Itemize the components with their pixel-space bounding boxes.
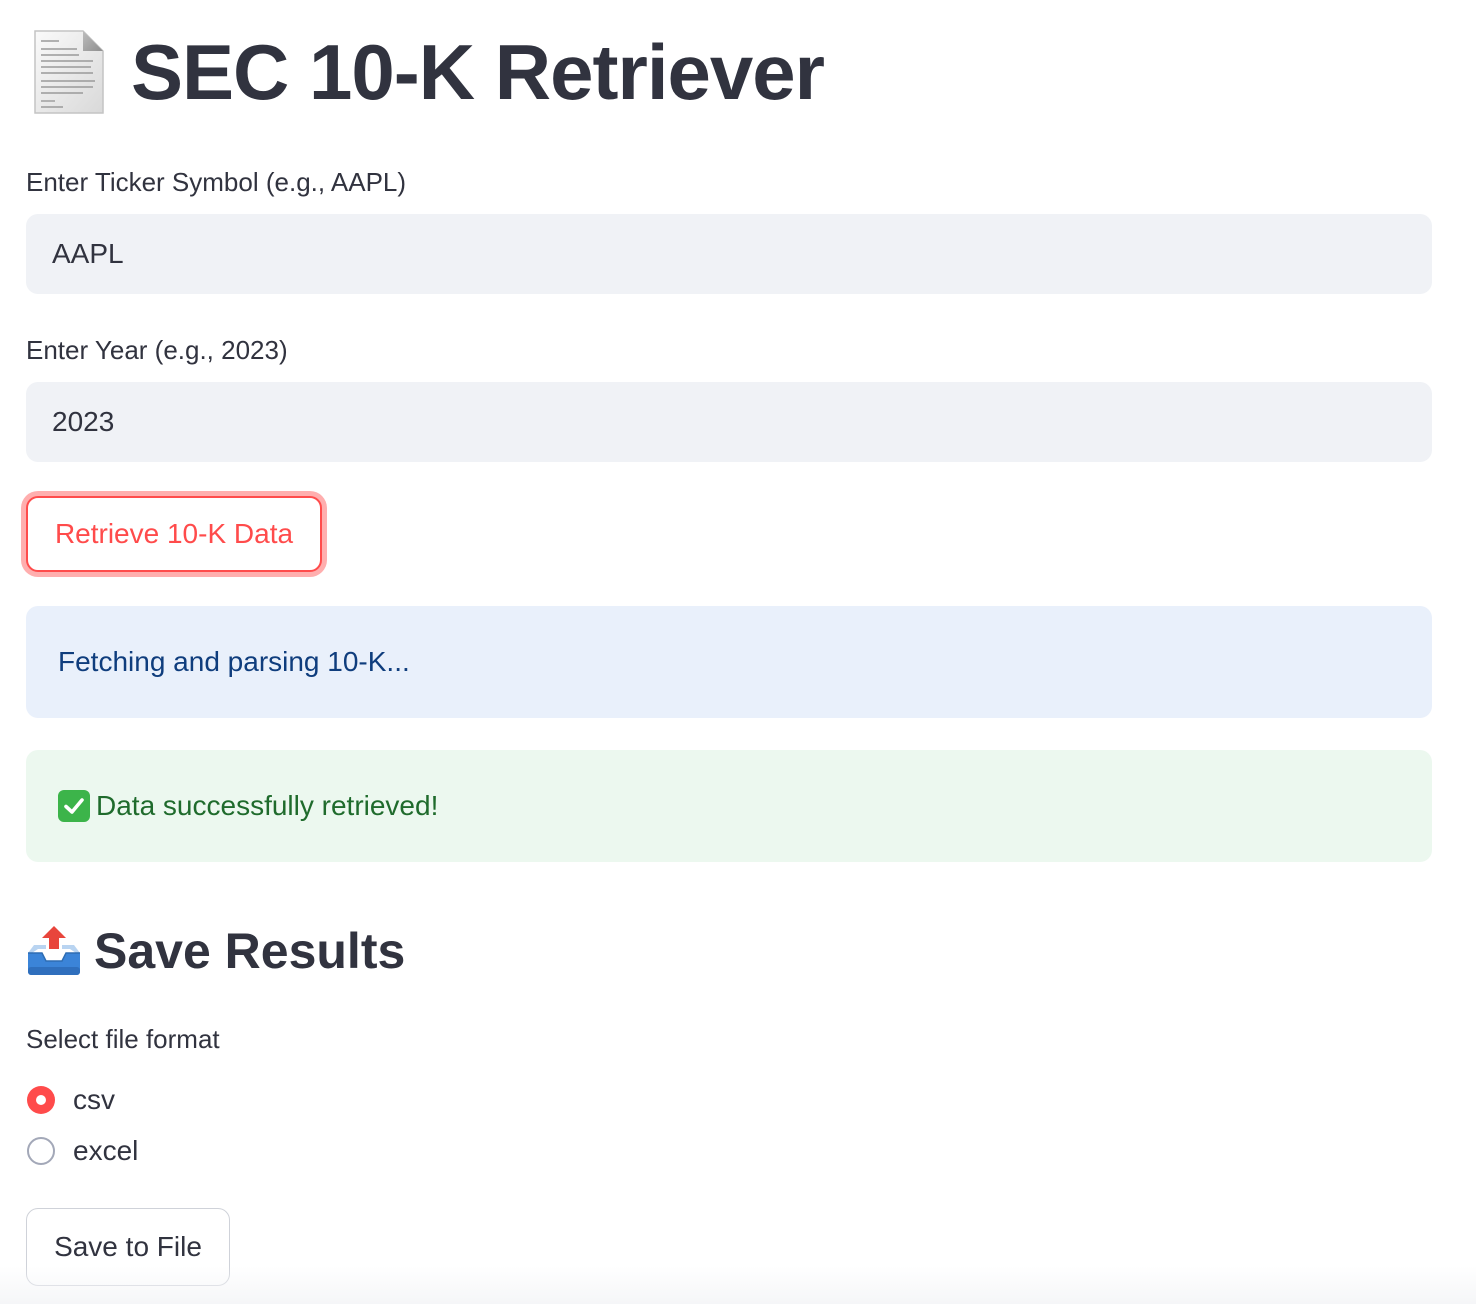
save-results-title: Save Results — [94, 923, 406, 979]
ticker-label: Enter Ticker Symbol (e.g., AAPL) — [26, 167, 407, 197]
page-title: SEC 10-K Retriever — [131, 28, 825, 116]
page-header: SEC 10-K Retriever — [26, 22, 825, 122]
radio-option-excel[interactable]: excel — [26, 1133, 138, 1169]
radio-selected-icon[interactable] — [27, 1086, 55, 1114]
success-alert: Data successfully retrieved! — [26, 750, 1432, 862]
outbox-tray-icon — [26, 923, 82, 979]
success-alert-text: Data successfully retrieved! — [96, 790, 439, 821]
ticker-input[interactable] — [26, 214, 1432, 294]
radio-label-csv: csv — [73, 1084, 115, 1115]
radio-option-csv[interactable]: csv — [26, 1082, 115, 1118]
save-to-file-button[interactable]: Save to File — [26, 1208, 230, 1286]
retrieve-button[interactable]: Retrieve 10-K Data — [26, 496, 322, 572]
year-label: Enter Year (e.g., 2023) — [26, 335, 288, 365]
file-format-label: Select file format — [26, 1024, 220, 1054]
check-mark-icon — [58, 790, 90, 822]
year-input[interactable] — [26, 382, 1432, 462]
info-alert-text: Fetching and parsing 10-K... — [58, 646, 410, 677]
radio-label-excel: excel — [73, 1135, 139, 1166]
save-results-heading: Save Results — [26, 918, 405, 984]
radio-unselected-icon[interactable] — [27, 1137, 55, 1165]
page-document-icon — [33, 29, 105, 115]
info-alert: Fetching and parsing 10-K... — [26, 606, 1432, 718]
